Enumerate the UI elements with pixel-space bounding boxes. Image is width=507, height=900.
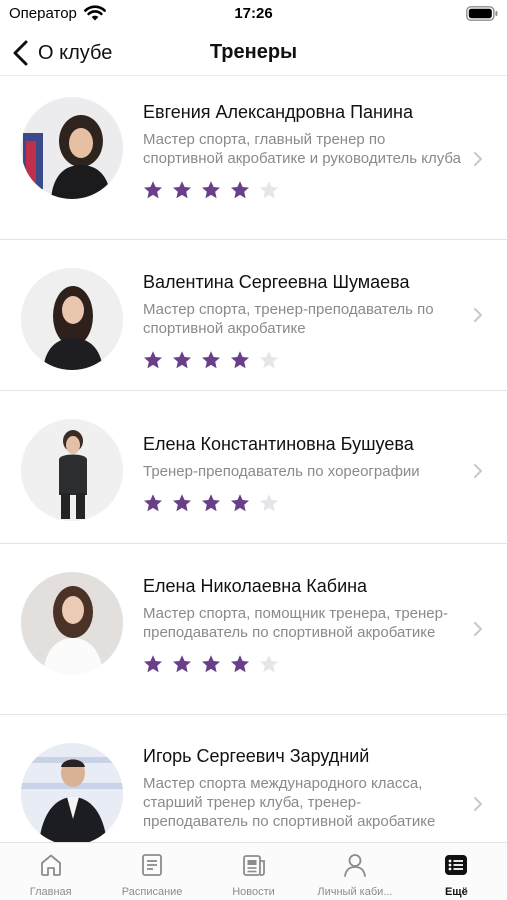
- coach-row[interactable]: Игорь Сергеевич Зарудний Мастер спорта м…: [0, 715, 507, 842]
- coaches-list[interactable]: Евгения Александровна Панина Мастер спор…: [0, 77, 507, 842]
- star-filled-icon: [231, 181, 249, 199]
- star-filled-icon: [144, 655, 162, 673]
- coach-row[interactable]: Валентина Сергеевна Шумаева Мастер спорт…: [0, 240, 507, 391]
- star-filled-icon: [202, 351, 220, 369]
- coach-name: Елена Николаевна Кабина: [143, 576, 368, 596]
- star-empty-icon: [260, 351, 278, 369]
- coach-rating: [143, 180, 465, 200]
- star-filled-icon: [144, 181, 162, 199]
- profile-icon: [344, 854, 366, 877]
- navigation-bar: О клубе Тренеры: [0, 30, 507, 76]
- status-time: 17:26: [234, 5, 273, 22]
- coach-description: Мастер спорта, помощник тренера, тренер-…: [143, 605, 448, 641]
- chevron-right-icon: [474, 797, 482, 811]
- chevron-right-icon: [474, 152, 482, 166]
- star-filled-icon: [202, 655, 220, 673]
- star-filled-icon: [144, 494, 162, 512]
- coach-photo: [21, 268, 123, 370]
- star-empty-icon: [260, 181, 278, 199]
- tab-bar: Главная Расписание Новости Личный каби..…: [0, 842, 507, 900]
- home-icon: [40, 854, 61, 876]
- coach-photo: [21, 419, 123, 521]
- star-filled-icon: [173, 655, 191, 673]
- tab-label: Ещё: [444, 886, 468, 898]
- coach-photo: [21, 97, 123, 199]
- coach-photo: [21, 572, 123, 674]
- tab-profile[interactable]: Личный каби...: [304, 843, 405, 900]
- coach-name: Елена Константиновна Бушуева: [143, 434, 414, 454]
- tab-label: Личный каби...: [317, 886, 393, 898]
- coach-description: Тренер-преподаватель по хореографии: [143, 463, 420, 480]
- coach-rating: [143, 654, 465, 674]
- coach-rating: [143, 493, 465, 513]
- coach-description: Мастер спорта, тренер-преподаватель по с…: [143, 301, 434, 337]
- page-title: Тренеры: [209, 41, 298, 63]
- star-filled-icon: [202, 494, 220, 512]
- schedule-icon: [142, 854, 163, 876]
- coach-name: Валентина Сергеевна Шумаева: [143, 272, 410, 292]
- coach-row[interactable]: Елена Константиновна Бушуева Тренер-преп…: [0, 391, 507, 544]
- tab-label: Расписание: [121, 886, 183, 898]
- coach-description: Мастер спорта международного класса, ста…: [143, 775, 436, 830]
- star-empty-icon: [260, 655, 278, 673]
- chevron-right-icon: [474, 464, 482, 478]
- chevron-right-icon: [474, 308, 482, 322]
- tab-news[interactable]: Новости: [203, 843, 304, 900]
- tab-schedule[interactable]: Расписание: [101, 843, 202, 900]
- star-filled-icon: [144, 351, 162, 369]
- star-filled-icon: [173, 494, 191, 512]
- star-filled-icon: [173, 181, 191, 199]
- chevron-right-icon: [474, 622, 482, 636]
- star-filled-icon: [231, 655, 249, 673]
- star-empty-icon: [260, 494, 278, 512]
- coach-row[interactable]: Елена Николаевна Кабина Мастер спорта, п…: [0, 544, 507, 715]
- coach-description: Мастер спорта, главный тренер по спортив…: [143, 131, 461, 167]
- more-list-icon: [445, 855, 468, 875]
- coach-row[interactable]: Евгения Александровна Панина Мастер спор…: [0, 77, 507, 240]
- tab-label: Новости: [232, 886, 275, 898]
- coach-photo: [21, 743, 123, 842]
- news-icon: [242, 855, 265, 876]
- tab-more[interactable]: Ещё: [406, 843, 507, 900]
- battery-icon: [466, 6, 498, 21]
- tab-label: Главная: [29, 886, 72, 898]
- star-filled-icon: [231, 351, 249, 369]
- star-filled-icon: [202, 181, 220, 199]
- coach-name: Игорь Сергеевич Зарудний: [143, 746, 370, 766]
- star-filled-icon: [231, 494, 249, 512]
- tab-home[interactable]: Главная: [0, 843, 101, 900]
- coach-rating: [143, 350, 465, 370]
- status-bar: Оператор 17:26: [0, 0, 507, 30]
- coach-name: Евгения Александровна Панина: [143, 102, 413, 122]
- star-filled-icon: [173, 351, 191, 369]
